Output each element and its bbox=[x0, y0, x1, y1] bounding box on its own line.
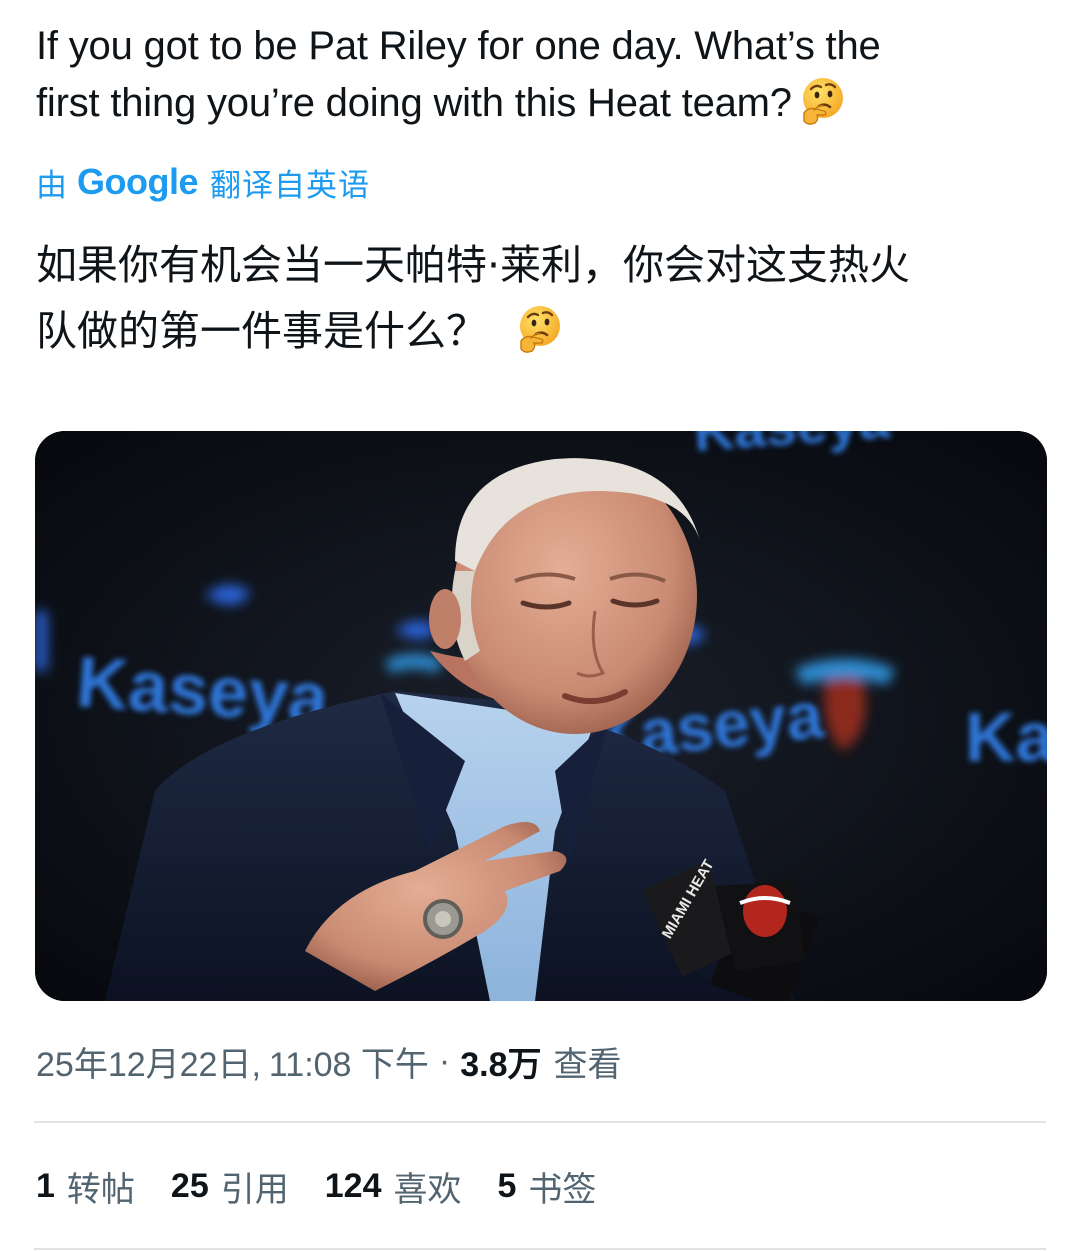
divider bbox=[34, 1248, 1046, 1250]
translated-text-line-1: 如果你有机会当一天帕特·莱利，你会对这支热火 bbox=[36, 241, 911, 289]
tweet-media-photo[interactable]: Kaseya Kaseya Kaseya Kaseya bbox=[35, 431, 1047, 1001]
thinking-face-emoji-icon bbox=[515, 303, 565, 353]
tweet-text-line-2: first thing you’re doing with this Heat … bbox=[36, 75, 1046, 132]
views-count: 3.8万 bbox=[460, 1045, 542, 1084]
tweet-text-line-2-text: first thing you’re doing with this Heat … bbox=[36, 81, 792, 125]
tweet-meta: 25年12月22日, 11:08 下午 · 3.8万 查看 bbox=[36, 1036, 622, 1086]
reposts-count: 1 bbox=[36, 1166, 55, 1205]
bookmarks-stat[interactable]: 5 书签 bbox=[497, 1162, 596, 1211]
divider bbox=[34, 1121, 1046, 1123]
translated-text-line-2: 队做的第一件事是什么？ bbox=[36, 298, 1046, 364]
likes-label: 喜欢 bbox=[393, 1170, 462, 1209]
translated-from-label: 翻译自英语 bbox=[210, 167, 370, 203]
tweet-date[interactable]: 25年12月22日, bbox=[36, 1037, 261, 1086]
press-conference-photo: Kaseya Kaseya Kaseya Kaseya bbox=[35, 431, 1047, 1001]
sponsor-text-3: Kaseya bbox=[965, 698, 1047, 776]
thinking-face-emoji-icon bbox=[798, 75, 848, 125]
quotes-label: 引用 bbox=[220, 1170, 289, 1209]
bookmarks-label: 书签 bbox=[528, 1170, 597, 1209]
tweet-text-line-1: If you got to be Pat Riley for one day. … bbox=[36, 24, 881, 68]
quotes-stat[interactable]: 25 引用 bbox=[171, 1162, 289, 1211]
heat-logo-icon bbox=[743, 885, 787, 937]
quotes-count: 25 bbox=[170, 1166, 209, 1205]
likes-count: 124 bbox=[324, 1166, 382, 1205]
engagement-stats: 1 转帖 25 引用 124 喜欢 5 书签 bbox=[36, 1160, 632, 1212]
translated-by-google-link[interactable]: 由 Google 翻译自英语 bbox=[36, 160, 370, 204]
reposts-label: 转帖 bbox=[66, 1170, 135, 1209]
likes-stat[interactable]: 124 喜欢 bbox=[325, 1162, 462, 1211]
bookmarks-count: 5 bbox=[497, 1166, 517, 1205]
views-label: 查看 bbox=[553, 1045, 622, 1084]
meta-separator: · bbox=[438, 1041, 451, 1080]
tweet-text: If you got to be Pat Riley for one day. … bbox=[36, 18, 1046, 132]
translated-text-line-2-text: 队做的第一件事是什么？ bbox=[36, 307, 487, 355]
translated-by-label: 由 bbox=[36, 167, 67, 203]
reposts-stat[interactable]: 1 转帖 bbox=[36, 1162, 135, 1211]
translated-text: 如果你有机会当一天帕特·莱利，你会对这支热火 队做的第一件事是什么？ bbox=[36, 232, 1046, 364]
tweet-time[interactable]: 11:08 下午 bbox=[269, 1037, 429, 1086]
google-logo: Google bbox=[77, 161, 199, 202]
